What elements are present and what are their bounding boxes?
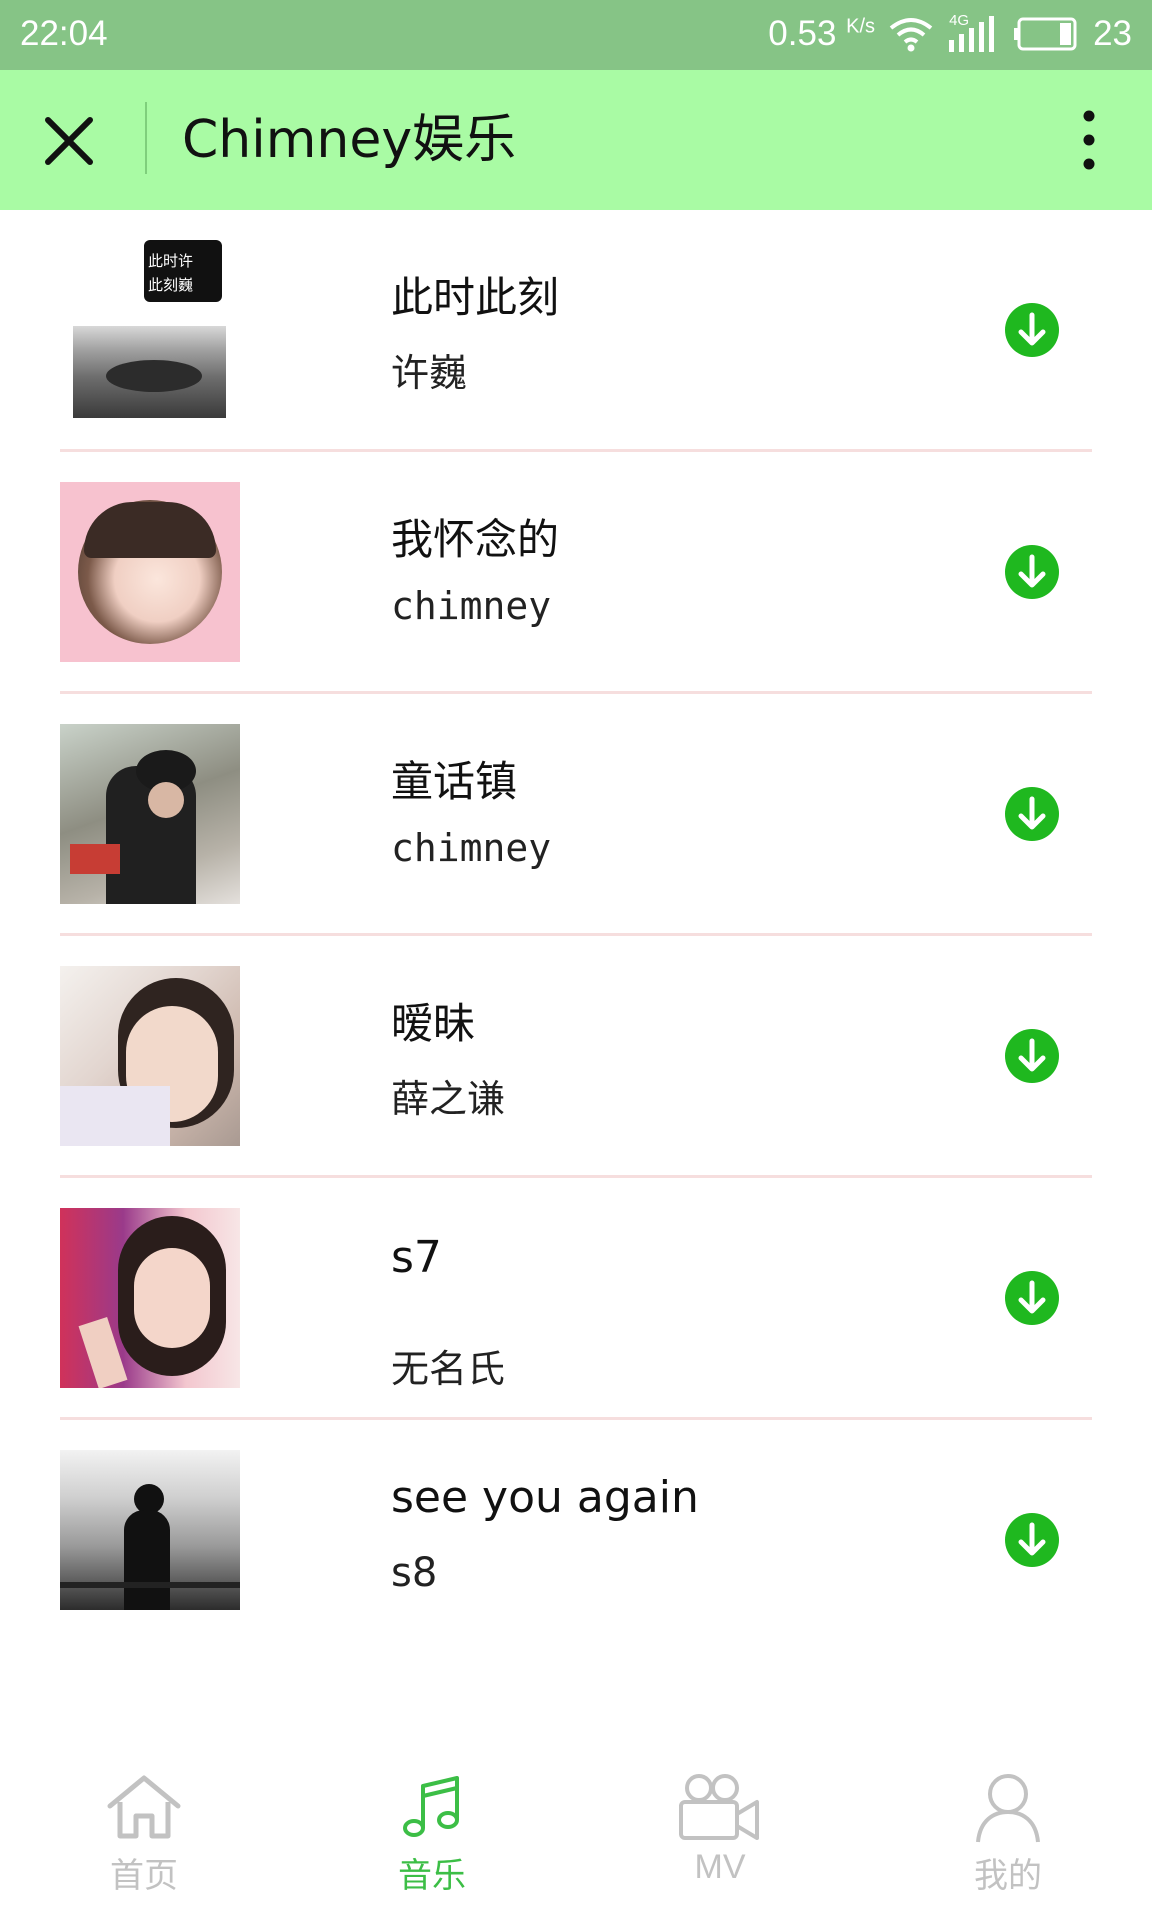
status-bar: 22:04 0.53 K/s 4G 23 [0, 0, 1152, 70]
close-icon[interactable] [34, 106, 104, 176]
song-artist: chimney [391, 826, 552, 870]
tab-label: MV [694, 1848, 746, 1886]
video-camera-icon [679, 1774, 759, 1840]
title-divider [145, 102, 147, 174]
home-icon [107, 1775, 181, 1839]
music-note-icon [403, 1776, 459, 1837]
tab-label: 音乐 [398, 1856, 466, 1896]
download-icon[interactable] [1004, 1512, 1060, 1568]
song-title: s7 [391, 1232, 442, 1283]
song-item[interactable]: see you again s8 [0, 1420, 1152, 1662]
battery-level: 23 [1093, 14, 1132, 53]
song-title: 我怀念的 [391, 515, 560, 564]
battery-icon [1014, 17, 1077, 51]
user-icon [976, 1774, 1040, 1843]
download-icon[interactable] [1004, 302, 1060, 358]
tab-mv[interactable]: MV [576, 1770, 864, 1920]
title-bar: Chimney娱乐 [0, 70, 1152, 210]
status-time: 22:04 [20, 14, 108, 53]
song-cover [60, 1208, 240, 1388]
download-icon[interactable] [1004, 544, 1060, 600]
song-title: 此时此刻 [391, 273, 560, 322]
signal-icon: 4G [947, 12, 999, 54]
more-vertical-icon[interactable] [1074, 104, 1104, 176]
download-icon[interactable] [1004, 1028, 1060, 1084]
song-artist: 薛之谦 [391, 1077, 506, 1121]
song-cover: 此时许 此刻巍 [60, 240, 240, 420]
song-artist: 无名氏 [391, 1347, 506, 1391]
song-artist: 许巍 [391, 351, 468, 395]
tab-home[interactable]: 首页 [0, 1770, 288, 1920]
bottom-tab-bar: 首页 音乐 MV 我的 [0, 1760, 1152, 1920]
song-artist: s8 [391, 1550, 438, 1596]
song-title: 暧昧 [391, 999, 476, 1048]
song-title: see you again [391, 1472, 699, 1523]
song-cover [60, 482, 240, 662]
tab-music[interactable]: 音乐 [288, 1770, 576, 1920]
download-icon[interactable] [1004, 786, 1060, 842]
page-title: Chimney娱乐 [182, 110, 517, 170]
tab-label: 首页 [110, 1856, 178, 1896]
song-cover [60, 1450, 240, 1610]
song-item[interactable]: s7 无名氏 [0, 1178, 1152, 1420]
status-indicators: 0.53 K/s 4G 23 [768, 12, 1132, 56]
network-speed: 0.53 K/s [768, 14, 876, 53]
song-item[interactable]: 此时许 此刻巍 此时此刻 许巍 [0, 210, 1152, 452]
tab-mine[interactable]: 我的 [864, 1770, 1152, 1920]
song-cover [60, 724, 240, 904]
song-artist: chimney [391, 584, 552, 628]
download-icon[interactable] [1004, 1270, 1060, 1326]
song-title: 童话镇 [391, 757, 518, 806]
song-item[interactable]: 暧昧 薛之谦 [0, 936, 1152, 1178]
wifi-icon [889, 18, 933, 52]
song-cover [60, 966, 240, 1146]
song-item[interactable]: 我怀念的 chimney [0, 452, 1152, 694]
tab-label: 我的 [974, 1856, 1042, 1896]
song-item[interactable]: 童话镇 chimney [0, 694, 1152, 936]
